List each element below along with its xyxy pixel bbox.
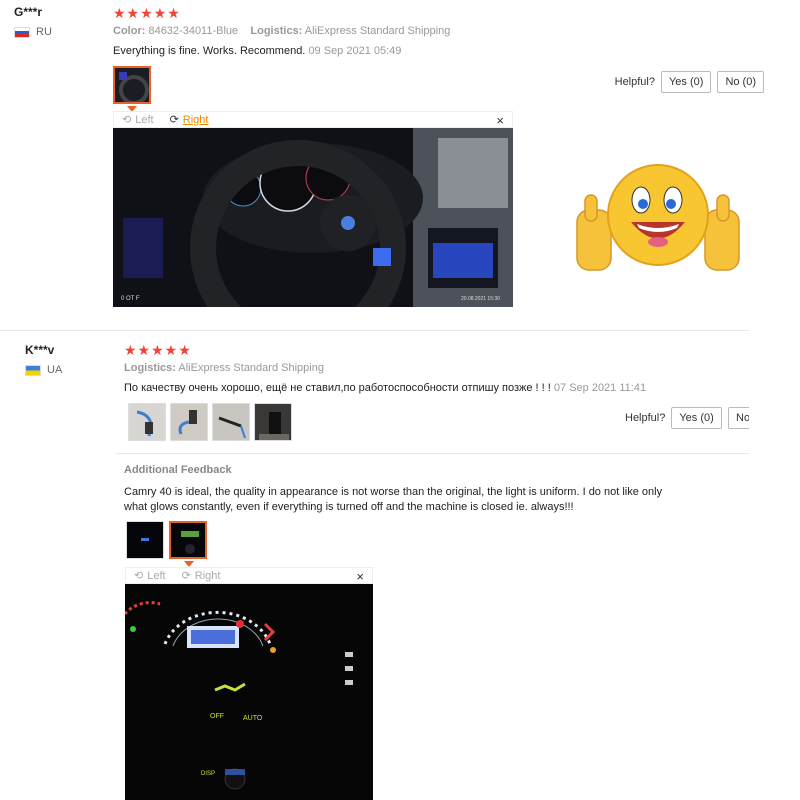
thumbs-up-smiley-icon [573,160,743,285]
rating-stars: ★★★★★ [124,342,192,358]
photo-timestamp: 20.08.2021 15:30 [461,296,500,302]
reviewer-country: RU [14,26,52,38]
rating-stars: ★★★★★ [113,5,181,21]
logistics-label: Logistics: [250,25,303,37]
review-text: Everything is fine. Works. Recommend. 09… [113,44,401,59]
flag-ru-icon [14,26,30,38]
additional-feedback-title: Additional Feedback [124,464,232,476]
additional-photo-thumb[interactable] [126,521,164,559]
close-icon[interactable]: × [496,113,504,128]
review-text: По качеству очень хорошо, ещё не ставил,… [124,381,646,396]
rotate-right-button[interactable]: Right [195,570,221,582]
review-photo-thumb[interactable] [212,403,250,441]
review-photo-thumb[interactable] [170,403,208,441]
review-photo-thumb[interactable] [113,66,151,104]
review-body: Everything is fine. Works. Recommend. [113,45,306,57]
helpful-block: Helpful? Yes (0) No (0) [615,71,764,93]
reviewer-country: UA [25,364,62,376]
rotate-right-icon[interactable]: ⟳ [182,569,191,582]
rotate-left-icon[interactable]: ⟲ [122,113,131,126]
off-label: OFF [210,713,224,720]
review-body: По качеству очень хорошо, ещё не ставил,… [124,382,551,394]
color-label: Color: [113,25,146,37]
disp-label: DISP [201,771,215,777]
helpful-block: Helpful? Yes (0) [625,407,722,429]
reviewer-name: K***v [25,343,55,357]
rotate-left-icon[interactable]: ⟲ [134,569,143,582]
photo-corner-text: 0 OT F [121,296,140,302]
review-divider [0,330,749,331]
review-photo-thumb[interactable] [128,403,166,441]
close-icon[interactable]: × [356,569,364,584]
logistics-value: AliExpress Standard Shipping [304,25,451,37]
no-button-clip: No [728,407,749,429]
review-photo-thumbs [128,403,292,441]
image-viewer-toolbar: ⟲ Left ⟳ Right × [125,567,373,584]
rotate-right-icon[interactable]: ⟳ [170,113,179,126]
reviewer-name: G***r [14,5,43,19]
helpful-label: Helpful? [625,412,666,424]
logistics-label: Logistics: [124,362,176,374]
enlarged-photo: OFF AUTO DISP [125,584,373,800]
yes-button[interactable]: Yes (0) [660,71,712,93]
review-date: 09 Sep 2021 05:49 [308,45,402,57]
additional-photo-thumb[interactable] [169,521,207,559]
rotate-left-button[interactable]: Left [147,570,165,582]
color-value: 84632-34011-Blue [148,25,239,37]
no-button[interactable]: No [728,407,749,429]
review-meta: Logistics: AliExpress Standard Shipping [124,362,324,374]
review-photo-thumb[interactable] [254,403,292,441]
yes-button[interactable]: Yes (0) [671,407,722,429]
rotate-right-button[interactable]: Right [183,114,209,126]
image-viewer-toolbar: ⟲ Left ⟳ Right × [113,111,513,128]
review-date: 07 Sep 2021 11:41 [553,382,647,394]
auto-label: AUTO [243,715,263,722]
rotate-left-button[interactable]: Left [135,114,153,126]
review-meta: Color: 84632-34011-Blue Logistics: AliEx… [113,25,450,37]
additional-photo-thumbs [126,521,207,559]
enlarged-photo: 0 OT F 20.08.2021 15:30 [113,128,513,307]
no-button[interactable]: No (0) [717,71,764,93]
feedback-divider [116,453,749,454]
country-code: RU [36,26,52,38]
country-code: UA [47,364,63,376]
helpful-label: Helpful? [614,76,655,88]
flag-ua-icon [25,364,41,376]
logistics-value: AliExpress Standard Shipping [178,362,324,374]
additional-feedback-text: Camry 40 is ideal, the quality in appear… [124,486,663,513]
